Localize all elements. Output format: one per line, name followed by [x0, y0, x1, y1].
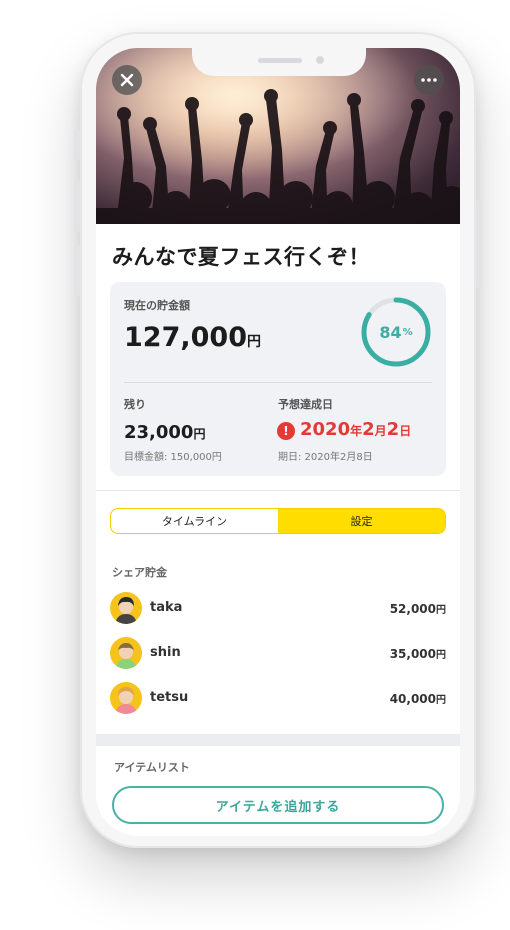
member-amount-unit: 円 — [436, 650, 446, 661]
more-horizontal-icon — [421, 78, 437, 82]
section-band — [96, 734, 460, 746]
avatar-shin — [110, 637, 142, 669]
member-amount: 35,000円 — [390, 646, 446, 661]
app-screen: みんなで夏フェス行くぞ！ 現在の貯金額 127,000円 84% 残り 23,0… — [96, 48, 460, 836]
member-amount-value: 35,000 — [389, 647, 436, 661]
member-amount-unit: 円 — [436, 695, 446, 706]
remaining-amount: 23,000円 — [124, 422, 205, 443]
forecast-date: 2020年2月2日 — [300, 419, 411, 440]
person-icon — [115, 687, 137, 714]
progress-unit: % — [402, 326, 413, 338]
member-amount: 52,000円 — [390, 601, 446, 616]
close-icon — [120, 73, 134, 87]
front-camera — [316, 56, 324, 64]
card-divider — [124, 382, 432, 383]
member-row-shin[interactable]: shin 35,000円 — [110, 637, 446, 669]
share-savings-label: シェア貯金 — [112, 566, 167, 579]
remaining-value: 23,000 — [124, 422, 194, 443]
remaining-unit: 円 — [193, 427, 206, 441]
current-savings-amount: 127,000円 — [124, 322, 261, 353]
phone-power-button — [476, 200, 482, 288]
progress-percent: 84% — [360, 296, 432, 368]
member-amount-value: 40,000 — [389, 692, 436, 706]
avatar-tetsu — [110, 682, 142, 714]
member-row-taka[interactable]: taka 52,000円 — [110, 592, 446, 624]
deadline-text: 期日: 2020年2月8日 — [278, 452, 373, 463]
member-name: shin — [150, 645, 181, 660]
current-amount-value: 127,000 — [124, 322, 247, 353]
warning-icon: ! — [277, 422, 295, 440]
goal-title: みんなで夏フェス行くぞ！ — [112, 245, 370, 269]
speaker-grille — [258, 58, 302, 63]
current-amount-unit: 円 — [246, 334, 261, 350]
member-amount: 40,000円 — [390, 691, 446, 706]
current-savings-label: 現在の貯金額 — [124, 299, 190, 312]
person-icon — [115, 597, 137, 624]
item-list-label: アイテムリスト — [114, 761, 190, 774]
more-options-button[interactable] — [414, 65, 444, 95]
member-name: taka — [150, 600, 183, 615]
remaining-label: 残り — [124, 398, 146, 411]
phone-side-button — [74, 130, 80, 160]
forecast-day-unit: 日 — [399, 424, 412, 438]
member-row-tetsu[interactable]: tetsu 40,000円 — [110, 682, 446, 714]
phone-volume-up — [74, 180, 80, 232]
forecast-year: 2020 — [300, 419, 351, 440]
close-button[interactable] — [112, 65, 142, 95]
member-name: tetsu — [150, 690, 189, 705]
member-amount-value: 52,000 — [389, 602, 436, 616]
forecast-date-label: 予想達成日 — [278, 398, 333, 411]
progress-number: 84 — [379, 322, 402, 342]
phone-volume-down — [74, 245, 80, 297]
phone-notch — [192, 48, 366, 76]
avatar-taka — [110, 592, 142, 624]
tab-settings[interactable]: 設定 — [278, 509, 445, 533]
forecast-month-unit: 月 — [374, 424, 387, 438]
forecast-day: 2 — [386, 419, 400, 440]
member-amount-unit: 円 — [436, 605, 446, 616]
section-separator — [96, 490, 460, 491]
person-icon — [115, 643, 137, 669]
add-item-button[interactable]: アイテムを追加する — [112, 786, 444, 824]
forecast-year-unit: 年 — [350, 424, 363, 438]
target-amount-text: 目標金額: 150,000円 — [124, 452, 222, 463]
forecast-month: 2 — [362, 419, 375, 440]
tab-bar: タイムライン 設定 — [110, 508, 446, 534]
tab-timeline[interactable]: タイムライン — [111, 509, 278, 533]
savings-summary-card: 現在の貯金額 127,000円 84% 残り 23,000円 目標金額: 150… — [110, 282, 446, 476]
